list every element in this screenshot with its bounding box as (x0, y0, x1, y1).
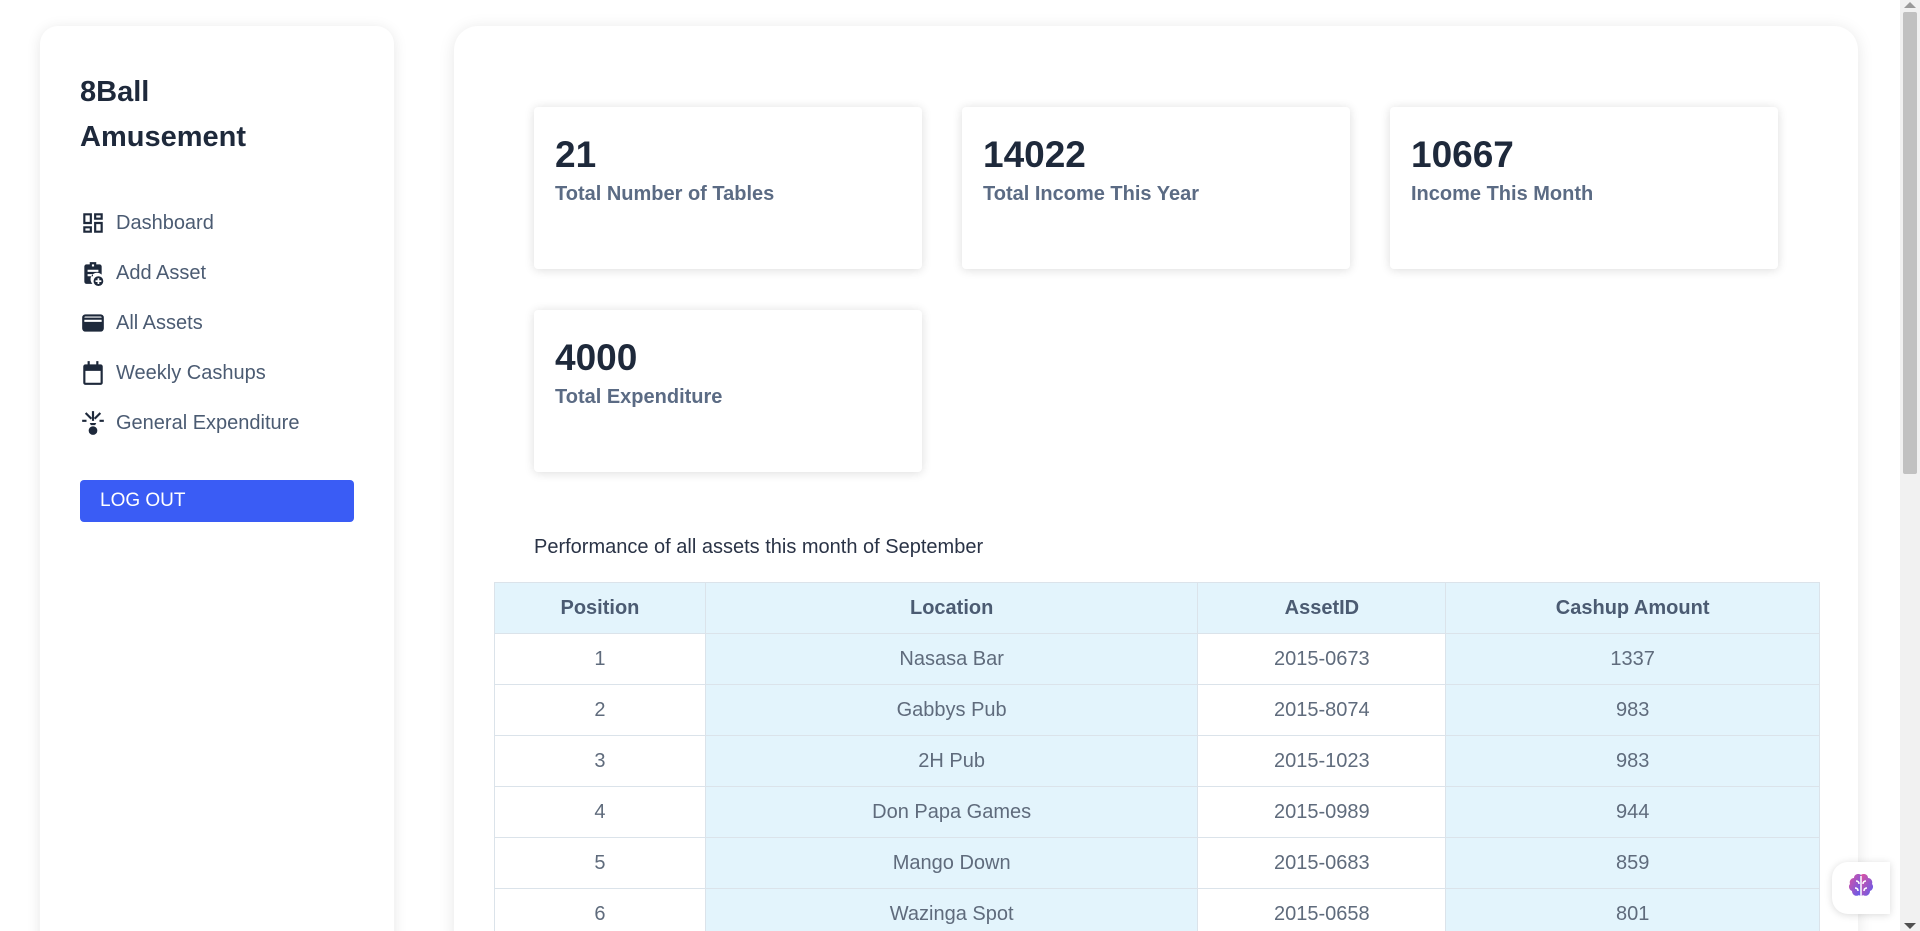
stat-card-income-year: 14022 Total Income This Year (962, 107, 1350, 269)
wallet-icon (80, 309, 106, 337)
stat-value: 14022 (983, 134, 1086, 175)
sidebar-item-weekly-cashups[interactable]: Weekly Cashups (80, 348, 354, 398)
stat-value: 10667 (1411, 134, 1514, 175)
calendar-icon (80, 359, 106, 387)
cell-asset-id: 2015-1023 (1197, 735, 1447, 787)
performance-table: Position Location AssetID Cashup Amount … (494, 582, 1820, 931)
cell-location: Don Papa Games (704, 786, 1199, 838)
cell-position: 4 (494, 786, 706, 838)
cell-asset-id: 2015-0673 (1197, 633, 1447, 685)
cell-location: Wazinga Spot (704, 888, 1199, 931)
cell-cashup-amount: 1337 (1445, 633, 1820, 685)
brand-title: 8Ball Amusement (80, 76, 246, 153)
cell-cashup-amount: 859 (1445, 837, 1820, 889)
cell-location: Mango Down (704, 837, 1199, 889)
column-header-cashup-amount[interactable]: Cashup Amount (1445, 582, 1820, 634)
stat-value: 21 (555, 134, 597, 175)
stat-label: Income This Month (1411, 183, 1594, 205)
stat-label: Total Expenditure (555, 386, 723, 408)
table-header-row: Position Location AssetID Cashup Amount (494, 582, 1820, 634)
scroll-thumb[interactable] (1903, 12, 1917, 474)
sidebar-nav: Dashboard Add Asset All Assets Weekly Ca… (80, 198, 354, 448)
sidebar-item-general-expenditure[interactable]: General Expenditure (80, 398, 354, 448)
brain-icon (1845, 870, 1877, 907)
cell-asset-id: 2015-0658 (1197, 888, 1447, 931)
cell-cashup-amount: 983 (1445, 735, 1820, 787)
logout-button[interactable]: LOG OUT (80, 480, 354, 522)
performance-title: Performance of all assets this month of … (534, 536, 984, 558)
stat-card-tables: 21 Total Number of Tables (534, 107, 922, 269)
clipboard-add-icon (80, 259, 106, 287)
column-header-position[interactable]: Position (494, 582, 706, 634)
column-header-location[interactable]: Location (704, 582, 1199, 634)
sidebar-item-all-assets[interactable]: All Assets (80, 298, 354, 348)
expenditure-icon (80, 409, 106, 437)
cell-location: 2H Pub (704, 735, 1199, 787)
scroll-up-arrow-icon[interactable] (1904, 2, 1916, 8)
table-row: 3 2H Pub 2015-1023 983 (494, 735, 1820, 787)
cell-position: 2 (494, 684, 706, 736)
table-row: 4 Don Papa Games 2015-0989 944 (494, 786, 1820, 838)
stat-value: 4000 (555, 337, 638, 378)
cell-asset-id: 2015-8074 (1197, 684, 1447, 736)
cell-cashup-amount: 983 (1445, 684, 1820, 736)
cell-asset-id: 2015-0683 (1197, 837, 1447, 889)
sidebar-item-label: Weekly Cashups (116, 361, 266, 384)
main-panel: 21 Total Number of Tables 14022 Total In… (454, 26, 1858, 931)
cell-location: Gabbys Pub (704, 684, 1199, 736)
table-row: 1 Nasasa Bar 2015-0673 1337 (494, 633, 1820, 685)
cell-position: 5 (494, 837, 706, 889)
stat-card-expenditure: 4000 Total Expenditure (534, 310, 922, 472)
scroll-down-arrow-icon[interactable] (1904, 923, 1916, 929)
table-row: 2 Gabbys Pub 2015-8074 983 (494, 684, 1820, 736)
dashboard-icon (80, 209, 106, 237)
column-header-asset-id[interactable]: AssetID (1197, 582, 1447, 634)
sidebar-item-dashboard[interactable]: Dashboard (80, 198, 354, 248)
sidebar: 8Ball Amusement Dashboard Add Asset All … (40, 26, 394, 931)
cell-location: Nasasa Bar (704, 633, 1199, 685)
sidebar-item-label: Add Asset (116, 261, 207, 284)
cell-cashup-amount: 944 (1445, 786, 1820, 838)
stat-label: Total Number of Tables (555, 183, 775, 205)
assistant-widget-button[interactable] (1832, 862, 1890, 914)
sidebar-item-add-asset[interactable]: Add Asset (80, 248, 354, 298)
page-scrollbar[interactable] (1900, 0, 1920, 931)
table-row: 6 Wazinga Spot 2015-0658 801 (494, 888, 1820, 931)
table-row: 5 Mango Down 2015-0683 859 (494, 837, 1820, 889)
performance-table-wrap: Position Location AssetID Cashup Amount … (494, 582, 1820, 931)
cell-position: 1 (494, 633, 706, 685)
sidebar-item-label: General Expenditure (116, 411, 300, 434)
cell-cashup-amount: 801 (1445, 888, 1820, 931)
page: 8Ball Amusement Dashboard Add Asset All … (0, 0, 1920, 931)
cell-position: 6 (494, 888, 706, 931)
sidebar-item-label: All Assets (116, 311, 203, 334)
stat-card-income-month: 10667 Income This Month (1390, 107, 1778, 269)
stat-label: Total Income This Year (983, 183, 1199, 205)
cell-asset-id: 2015-0989 (1197, 786, 1447, 838)
sidebar-item-label: Dashboard (116, 211, 214, 234)
cell-position: 3 (494, 735, 706, 787)
